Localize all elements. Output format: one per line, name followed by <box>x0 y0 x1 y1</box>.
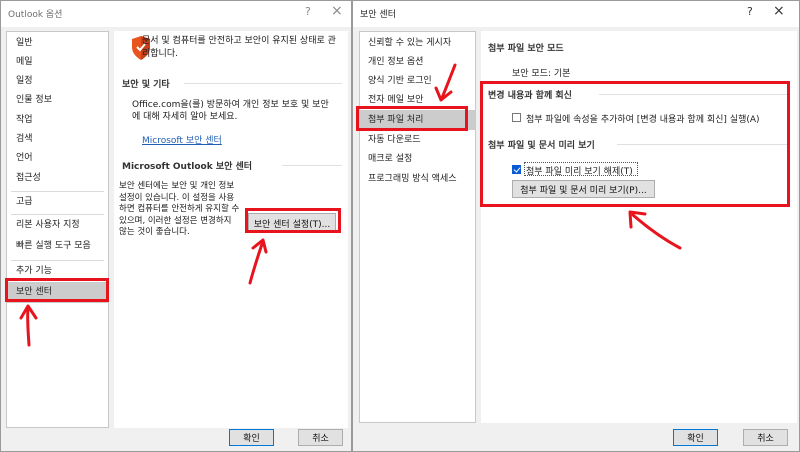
security-mode-text: 보안 모드: 기본 <box>512 69 571 79</box>
trust-center-settings-button[interactable]: 보안 센터 설정(T)... <box>248 213 336 233</box>
sidebar-item-trust-center[interactable]: 보안 센터 <box>7 282 108 303</box>
section-rule <box>599 94 787 95</box>
sidebar-item-general[interactable]: 일반 <box>7 33 108 54</box>
outlook-options-content: 문서 및 컴퓨터를 안전하고 보안이 유지된 상태로 관리합니다. 보안 및 기… <box>114 31 348 428</box>
trust-center-titlebar: 보안 센터 ? × <box>353 1 799 27</box>
outlook-options-dialog: Outlook 옵션 ? × 일반 메일 일정 인물 정보 작업 검색 언어 접… <box>0 0 352 452</box>
help-icon[interactable]: ? <box>305 5 311 18</box>
section-heading-attachment-security: 첨부 파일 보안 모드 <box>488 44 564 54</box>
section-heading-attachment-preview: 첨부 파일 및 문서 미리 보기 <box>488 141 595 151</box>
sidebar-item-programmatic-access[interactable]: 프로그래밍 방식 액세스 <box>360 169 475 189</box>
outlook-options-sidebar: 일반 메일 일정 인물 정보 작업 검색 언어 접근성 고급 리본 사용자 지정… <box>6 31 109 428</box>
section-rule <box>282 165 342 166</box>
sidebar-item-tasks[interactable]: 작업 <box>7 110 108 131</box>
microsoft-trust-center-link[interactable]: Microsoft 보안 센터 <box>142 133 222 146</box>
office-privacy-text: Office.com을(를) 방문하여 개인 정보 보호 및 보안에 대해 자세… <box>132 100 329 122</box>
trust-center-title: 보안 센터 <box>360 10 396 20</box>
help-icon[interactable]: ? <box>747 5 753 18</box>
reply-with-changes-checkbox[interactable] <box>512 113 521 122</box>
trust-center-description: 보안 센터에는 보안 및 개인 정보 설정이 있습니다. 이 설정을 사용하면 … <box>119 181 240 237</box>
cancel-button[interactable]: 취소 <box>298 429 343 446</box>
trust-intro-text: 문서 및 컴퓨터를 안전하고 보안이 유지된 상태로 관리합니다. <box>142 36 336 59</box>
sidebar-item-mail[interactable]: 메일 <box>7 52 108 73</box>
section-heading-reply-with-changes: 변경 내용과 함께 회신 <box>488 91 572 101</box>
sidebar-item-people[interactable]: 인물 정보 <box>7 90 108 111</box>
reply-with-changes-label: 첨부 파일에 속성을 추가하여 [변경 내용과 함께 회신] 실행(A) <box>526 115 760 125</box>
section-heading-outlook-trust-center: Microsoft Outlook 보안 센터 <box>122 162 253 172</box>
turn-off-preview-checkbox[interactable] <box>512 165 521 174</box>
sidebar-item-customize-ribbon[interactable]: 리본 사용자 지정 <box>7 215 108 236</box>
sidebar-item-form-based-signin[interactable]: 양식 기반 로그인 <box>360 71 475 91</box>
cancel-button[interactable]: 취소 <box>743 429 788 446</box>
outlook-options-title: Outlook 옵션 <box>8 10 63 20</box>
sidebar-item-automatic-download[interactable]: 자동 다운로드 <box>360 130 475 150</box>
section-heading-security-other: 보안 및 기타 <box>122 80 170 90</box>
sidebar-item-search[interactable]: 검색 <box>7 129 108 150</box>
section-rule <box>184 83 342 84</box>
trust-center-sidebar: 신뢰할 수 있는 게시자 개인 정보 옵션 양식 기반 로그인 전자 메일 보안… <box>359 31 476 423</box>
sidebar-item-add-ins[interactable]: 추가 기능 <box>7 261 108 282</box>
sidebar-item-advanced[interactable]: 고급 <box>7 192 108 213</box>
sidebar-item-macro-settings[interactable]: 매크로 설정 <box>360 149 475 169</box>
sidebar-item-accessibility[interactable]: 접근성 <box>7 168 108 189</box>
turn-off-preview-label: 첨부 파일 미리 보기 해제(T) <box>526 167 633 177</box>
outlook-options-titlebar: Outlook 옵션 ? × <box>1 1 351 27</box>
ok-button[interactable]: 확인 <box>673 429 718 446</box>
ok-button[interactable]: 확인 <box>229 429 274 446</box>
sidebar-item-quick-access-toolbar[interactable]: 빠른 실행 도구 모음 <box>7 236 108 257</box>
sidebar-item-privacy-options[interactable]: 개인 정보 옵션 <box>360 52 475 72</box>
sidebar-item-attachment-handling[interactable]: 첨부 파일 처리 <box>360 110 475 130</box>
section-rule <box>617 144 787 145</box>
trust-center-content: 첨부 파일 보안 모드 보안 모드: 기본 변경 내용과 함께 회신 첨부 파일… <box>481 31 797 423</box>
trust-center-dialog: 보안 센터 ? × 신뢰할 수 있는 게시자 개인 정보 옵션 양식 기반 로그… <box>352 0 800 452</box>
sidebar-item-language[interactable]: 언어 <box>7 148 108 169</box>
sidebar-item-email-security[interactable]: 전자 메일 보안 <box>360 90 475 110</box>
close-icon[interactable]: × <box>773 3 785 19</box>
sidebar-item-calendar[interactable]: 일정 <box>7 71 108 92</box>
sidebar-item-trusted-publishers[interactable]: 신뢰할 수 있는 게시자 <box>360 33 475 53</box>
close-icon[interactable]: × <box>331 3 343 19</box>
attachment-preview-button[interactable]: 첨부 파일 및 문서 미리 보기(P)... <box>512 180 655 198</box>
